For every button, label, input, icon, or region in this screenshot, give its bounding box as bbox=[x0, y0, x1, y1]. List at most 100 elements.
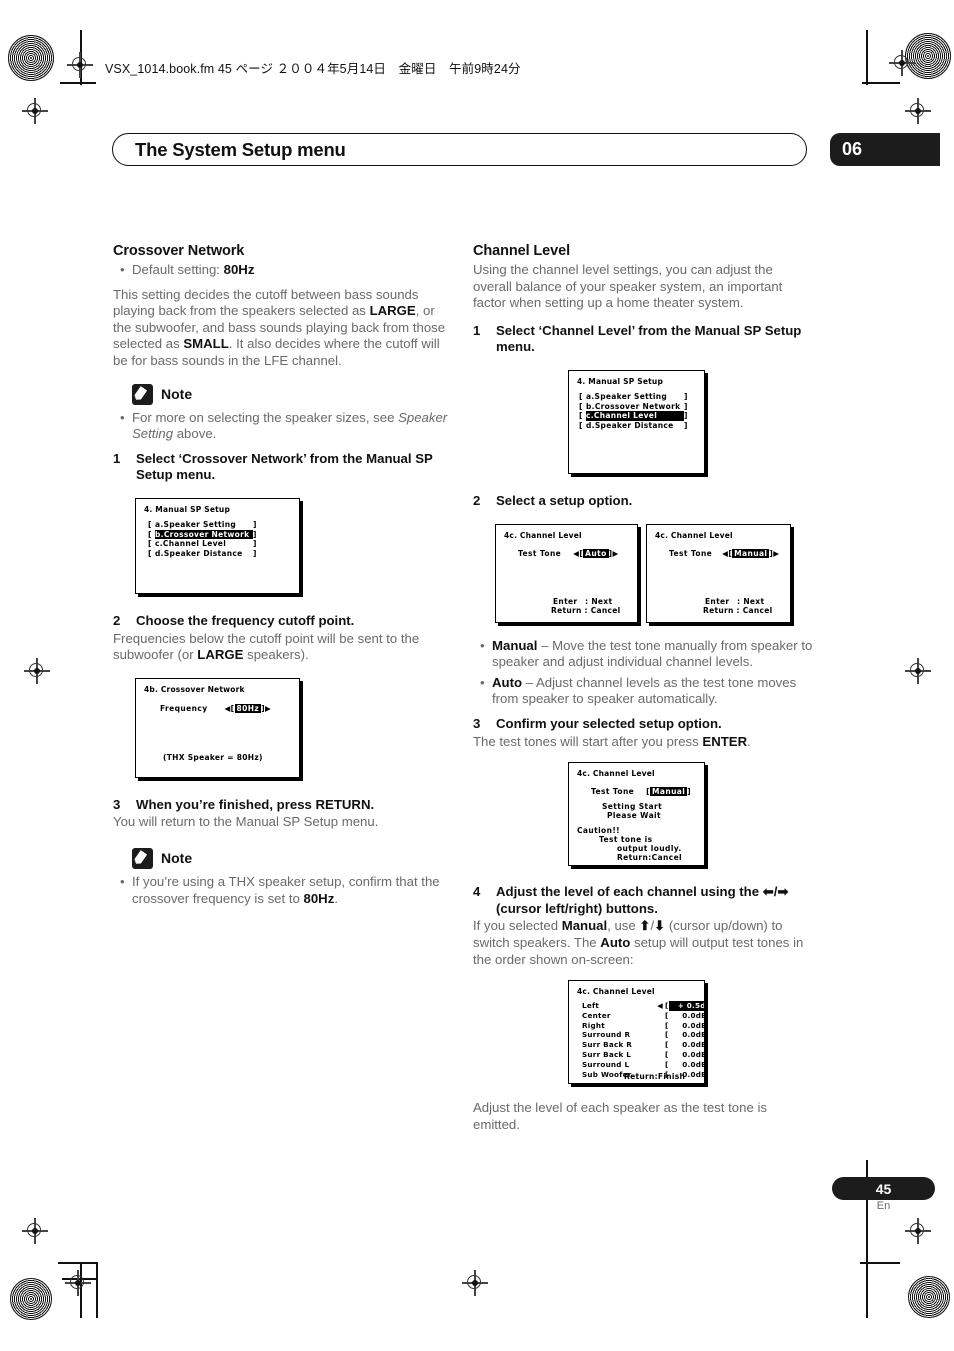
step-3: 3 When you’re finished, press RETURN. bbox=[113, 797, 453, 814]
osd-channel-row[interactable]: Left ◀ [ + 0.5dB ] ▶ bbox=[582, 1001, 704, 1011]
default-setting-list: Default setting: 80Hz bbox=[113, 262, 453, 279]
bracket-left: [ bbox=[579, 411, 583, 421]
osd-menu-item-selected[interactable]: [b.Crossover Network] bbox=[148, 529, 260, 540]
cursor-left-icon[interactable]: ◀[ bbox=[573, 549, 583, 558]
left-column: Crossover Network Default setting: 80Hz … bbox=[113, 243, 453, 915]
osd-title: 4c. Channel Level bbox=[577, 769, 655, 779]
osd-menu-label: d.Speaker Distance bbox=[586, 420, 674, 430]
cursor-right-icon[interactable]: ]▶ bbox=[769, 549, 779, 558]
right-column: Channel Level Using the channel level se… bbox=[473, 243, 813, 1141]
step-3-bold-enter: ENTER bbox=[702, 733, 748, 749]
osd-title: 4c. Channel Level bbox=[655, 530, 733, 540]
bracket-right: ] bbox=[684, 411, 688, 421]
osd-caution-label: Caution!! bbox=[577, 826, 620, 836]
osd-channel-row[interactable]: Center [ 0.0dB ] bbox=[582, 1010, 705, 1021]
osd-menu-list: [a.Speaker Setting] [b.Crossover Network… bbox=[579, 392, 691, 430]
osd-menu-item[interactable]: [a.Speaker Setting] bbox=[579, 392, 691, 402]
osd-param-label: Test Tone bbox=[591, 787, 635, 797]
registration-crosshair bbox=[67, 52, 93, 78]
channel-value: 0.0dB bbox=[682, 1050, 705, 1060]
note-header: Note bbox=[132, 383, 453, 405]
channel-name: Surr Back L bbox=[582, 1050, 632, 1060]
channel-name: Surr Back R bbox=[582, 1040, 633, 1050]
channel-value: 0.0dB bbox=[682, 1040, 705, 1050]
cursor-left-icon[interactable]: ◀[ bbox=[722, 549, 732, 558]
list-item: Auto – Adjust channel levels as the test… bbox=[480, 674, 813, 708]
bracket-left: [ bbox=[148, 539, 152, 549]
note-label: Note bbox=[161, 850, 193, 867]
channel-value: 0.0dB bbox=[682, 1030, 705, 1040]
osd-channel-row[interactable]: Surr Back L [ 0.0dB ] bbox=[582, 1050, 705, 1060]
step-text: Choose the frequency cutoff point. bbox=[136, 612, 355, 628]
step-3: 3 Confirm your selected setup option. bbox=[473, 716, 813, 733]
osd-menu-label: a.Speaker Setting bbox=[586, 391, 668, 401]
osd-test-tone-row[interactable]: Test Tone ◀[Manual]▶ bbox=[669, 548, 779, 558]
osd-setting-start: Setting Start bbox=[602, 802, 663, 812]
option-manual-label: Manual bbox=[492, 637, 538, 653]
osd-frequency-row[interactable]: Frequency ◀[80Hz]▶ bbox=[160, 703, 271, 713]
osd-return-finish: Return:Finish bbox=[624, 1072, 686, 1082]
step-text: Adjust the level of each channel using t… bbox=[496, 884, 813, 917]
bracket-left: [ bbox=[579, 401, 583, 411]
bracket-right: ] bbox=[684, 420, 688, 430]
osd-menu-label: b.Crossover Network bbox=[586, 401, 681, 411]
osd-manual-sp-setup-wrap: 4. Manual SP Setup [a.Speaker Setting] [… bbox=[113, 497, 453, 594]
step-4-text-1: If you selected bbox=[473, 918, 562, 934]
osd-title: 4. Manual SP Setup bbox=[144, 504, 231, 514]
osd-channel-level-auto: 4c. Channel Level Test Tone ◀[Auto]▶ Ente… bbox=[495, 523, 638, 623]
cursor-left-icon[interactable]: ◀[ bbox=[225, 704, 235, 713]
osd-confirm-wrap: 4c. Channel Level Test Tone[Manual] Sett… bbox=[473, 762, 813, 867]
cursor-left-icon[interactable]: ◀ bbox=[655, 1001, 665, 1011]
osd-title: 4c. Channel Level bbox=[577, 987, 655, 997]
registration-crosshair bbox=[65, 1270, 91, 1296]
closing-paragraph: Adjust the level of each speaker as the … bbox=[473, 1100, 767, 1132]
note-header-2: Note bbox=[132, 847, 453, 869]
step-4-text-a: Adjust the level of each channel using t… bbox=[496, 884, 763, 900]
step-4-text-2: , use bbox=[607, 918, 640, 934]
registration-target-bottom-right bbox=[908, 1276, 950, 1318]
osd-menu-item[interactable]: [d.Speaker Distance] bbox=[148, 549, 260, 559]
cursor-up-arrow-icon: ⬆ bbox=[639, 918, 651, 934]
osd-test-tone-value: Manual bbox=[650, 787, 688, 797]
channel-value: 0.0dB bbox=[682, 1059, 705, 1069]
crop-mark-line bbox=[60, 82, 96, 84]
pencil-note-icon bbox=[132, 383, 153, 405]
osd-channel-row[interactable]: Right [ 0.0dB ] bbox=[582, 1020, 705, 1031]
crop-mark-line bbox=[96, 1262, 98, 1318]
osd-menu-item[interactable]: [a.Speaker Setting] bbox=[148, 520, 260, 530]
list-item: Manual – Move the test tone manually fro… bbox=[480, 637, 813, 671]
step-number: 3 bbox=[473, 715, 481, 731]
step-4-text-b: (cursor left/right) buttons. bbox=[496, 900, 658, 916]
osd-test-tone-row[interactable]: Test Tone ◀[Auto]▶ bbox=[518, 548, 619, 558]
osd-channel-row[interactable]: Surround L [ 0.0dB ] bbox=[582, 1059, 705, 1070]
osd-manual-sp-setup: 4. Manual SP Setup [a.Speaker Setting] [… bbox=[568, 369, 705, 474]
crossover-intro-paragraph: This setting decides the cutoff between … bbox=[113, 287, 453, 370]
registration-crosshair bbox=[905, 98, 931, 124]
cursor-right-icon[interactable]: ]▶ bbox=[261, 704, 271, 713]
crop-mark-line bbox=[866, 30, 868, 85]
step-text: Confirm your selected setup option. bbox=[496, 715, 722, 731]
note-list-2: If you’re using a THX speaker setup, con… bbox=[113, 874, 453, 907]
cursor-right-icon[interactable]: ]▶ bbox=[609, 549, 619, 558]
osd-menu-item[interactable]: [d.Speaker Distance] bbox=[579, 421, 691, 431]
default-setting-value: 80Hz bbox=[223, 262, 255, 277]
osd-return-cancel: Return:Cancel bbox=[617, 853, 683, 863]
step-text: When you’re finished, press RETURN. bbox=[136, 796, 375, 812]
pencil-note-icon bbox=[132, 847, 153, 869]
option-auto-label: Auto bbox=[492, 674, 523, 690]
osd-menu-item[interactable]: [b.Crossover Network] bbox=[579, 402, 691, 412]
osd-menu-item[interactable]: [c.Channel Level] bbox=[148, 539, 260, 549]
channel-value: 0.0dB bbox=[682, 1010, 705, 1020]
channel-level-intro: Using the channel level settings, you ca… bbox=[473, 262, 783, 311]
osd-menu-item-selected[interactable]: [c.Channel Level] bbox=[579, 411, 691, 421]
registration-crosshair bbox=[22, 98, 48, 124]
osd-channel-row[interactable]: Surround R [ 0.0dB ] bbox=[582, 1030, 705, 1040]
bracket-right: ] bbox=[684, 401, 688, 411]
osd-channel-level-values: 4c. Channel Level Left ◀ [ + 0.5dB ] ▶ C… bbox=[568, 980, 705, 1085]
channel-value: 0.0dB bbox=[682, 1020, 705, 1030]
intro-bold-large: LARGE bbox=[369, 303, 416, 319]
osd-channel-row[interactable]: Surr Back R [ 0.0dB ] bbox=[582, 1040, 705, 1050]
osd-menu-label: a.Speaker Setting bbox=[155, 519, 237, 529]
crop-mark-line bbox=[862, 82, 900, 84]
intro-bold-small: SMALL bbox=[183, 336, 229, 352]
